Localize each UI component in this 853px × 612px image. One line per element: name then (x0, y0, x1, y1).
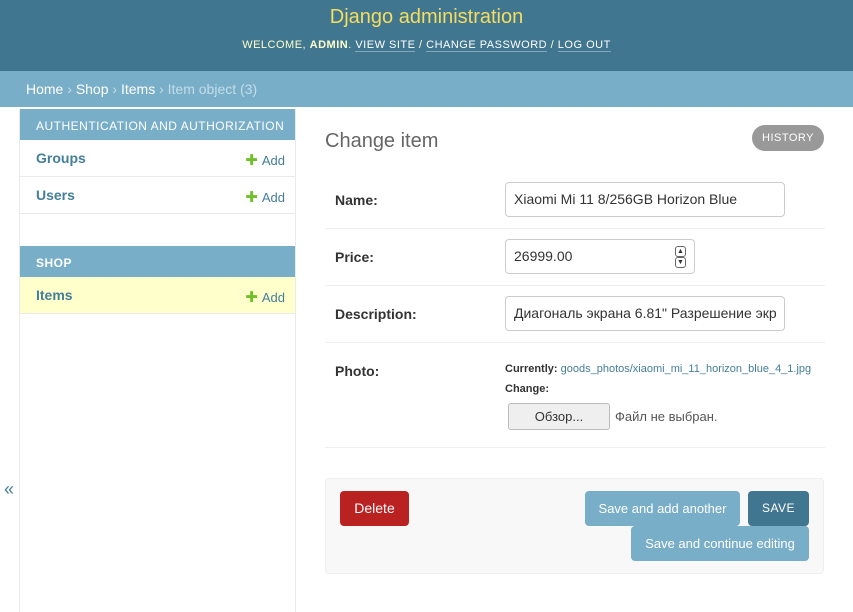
sidebar-link-groups[interactable]: Groups (36, 150, 86, 166)
save-and-add-another-button[interactable]: Save and add another (585, 491, 740, 526)
save-and-continue-button[interactable]: Save and continue editing (631, 526, 809, 561)
breadcrumb-current: Item object (3) (167, 81, 258, 97)
delete-button[interactable]: Delete (340, 491, 409, 526)
username: admin (309, 39, 349, 51)
current-file-info: Currently: goods_photos/xiaomi_mi_11_hor… (505, 363, 811, 375)
breadcrumb: Home › Shop › Items › Item object (3) (0, 71, 853, 107)
page-title: Change item (325, 130, 439, 152)
no-file-text: Файл не выбран. (615, 409, 718, 424)
chevron-up-icon[interactable]: ▲ (675, 246, 686, 257)
form-row-description: Description: Диагональ экрана 6.81" Разр… (325, 286, 825, 343)
name-label: Name: (335, 192, 378, 208)
sidebar-item-items: Items ✚ Add (20, 277, 295, 314)
change-label: Change: (505, 383, 549, 395)
price-value: 26999.00 (514, 248, 573, 264)
browse-button[interactable]: Обзор... (508, 403, 610, 430)
sidebar-link-items[interactable]: Items (36, 287, 73, 303)
site-branding: Django administration (329, 6, 524, 28)
price-stepper[interactable]: ▲ ▼ (675, 246, 686, 268)
price-label: Price: (335, 249, 374, 265)
breadcrumb-items[interactable]: Items (121, 81, 155, 97)
breadcrumb-shop[interactable]: Shop (76, 81, 109, 97)
chevron-down-icon[interactable]: ▼ (675, 257, 686, 268)
form-row-photo: Photo: (325, 343, 825, 448)
view-site-link[interactable]: View site (355, 39, 416, 52)
site-header: Django administration Welcome, admin. Vi… (0, 0, 853, 71)
description-field[interactable]: Диагональ экрана 6.81" Разрешение экр (505, 296, 785, 331)
add-groups-link[interactable]: ✚ Add (245, 151, 285, 169)
add-items-link[interactable]: ✚ Add (245, 288, 285, 306)
sidebar-item-groups: Groups ✚ Add (20, 140, 295, 177)
welcome-text: Welcome, (242, 39, 307, 51)
current-file-link[interactable]: goods_photos/xiaomi_mi_11_horizon_blue_4… (561, 363, 812, 375)
sidebar-item-users: Users ✚ Add (20, 177, 295, 214)
form-row-name: Name: Xiaomi Mi 11 8/256GB Horizon Blue (325, 171, 825, 229)
photo-label: Photo: (335, 363, 380, 379)
plus-icon: ✚ (245, 289, 258, 306)
add-users-link[interactable]: ✚ Add (245, 188, 285, 206)
plus-icon: ✚ (245, 152, 258, 169)
submit-row: Delete Save and add another Save Save an… (325, 478, 824, 574)
form-row-price: Price: 26999.00 ▲ ▼ (325, 229, 825, 286)
user-tools: Welcome, admin. View site / Change passw… (242, 39, 611, 52)
log-out-link[interactable]: Log out (557, 39, 611, 52)
module-caption-auth[interactable]: Authentication and Authorization (20, 109, 295, 140)
module-caption-shop[interactable]: Shop (20, 246, 295, 277)
save-button[interactable]: Save (748, 491, 809, 526)
currently-label: Currently: (505, 363, 558, 375)
sidebar-link-users[interactable]: Users (36, 187, 75, 203)
description-label: Description: (335, 306, 417, 322)
toggle-sidebar-button[interactable]: « (2, 479, 16, 499)
history-button[interactable]: History (752, 125, 824, 151)
change-password-link[interactable]: Change password (426, 39, 548, 52)
plus-icon: ✚ (245, 189, 258, 206)
breadcrumb-home[interactable]: Home (26, 81, 63, 97)
nav-sidebar: Authentication and Authorization Groups … (19, 109, 296, 612)
name-field[interactable]: Xiaomi Mi 11 8/256GB Horizon Blue (505, 182, 785, 217)
price-field[interactable]: 26999.00 ▲ ▼ (505, 239, 695, 274)
